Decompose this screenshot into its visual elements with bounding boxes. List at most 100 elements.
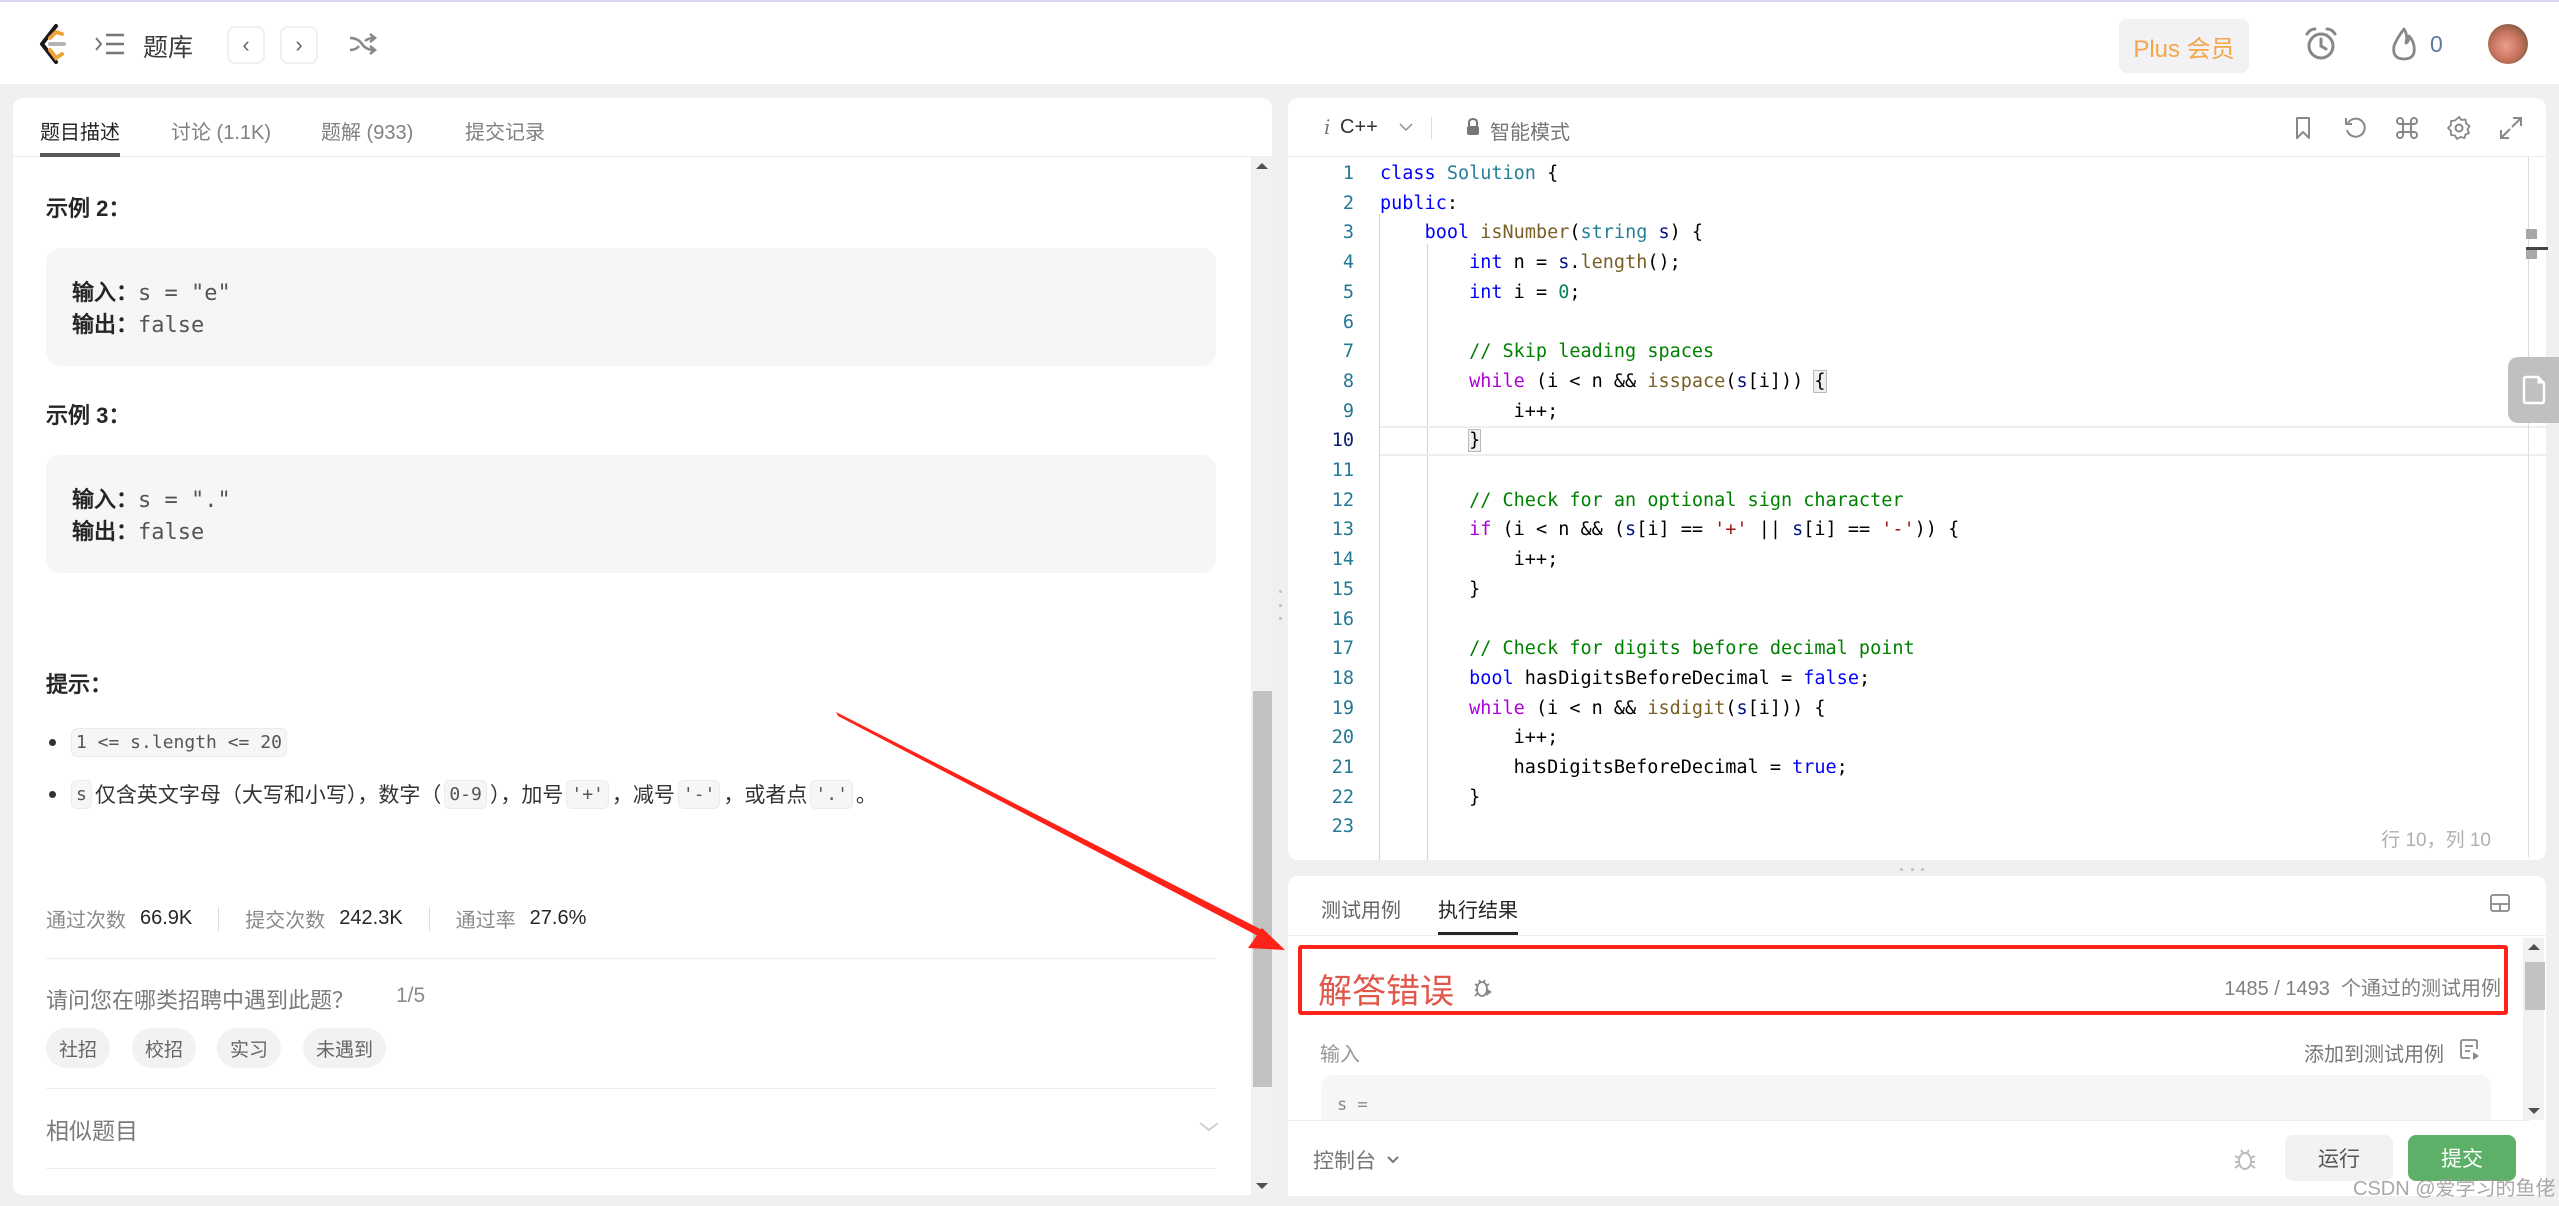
line-code: if (i < n && (s[i] == '+' || s[i] == '-'… [1469, 519, 1960, 541]
scroll-down-arrow-icon[interactable] [1256, 1183, 1268, 1189]
code-line[interactable]: 1 class Solution { [1288, 159, 2508, 189]
settings-gear-icon[interactable] [2446, 115, 2472, 141]
chevron-down-icon[interactable] [1198, 1120, 1220, 1134]
tab-run-result[interactable]: 执行结果 [1438, 894, 1518, 923]
code-line[interactable]: 14 i++; [1288, 545, 2508, 575]
horizontal-resize-handle[interactable] [1900, 868, 1924, 872]
chevron-down-icon[interactable] [1398, 122, 1414, 132]
add-testcase-icon[interactable] [2460, 1038, 2480, 1060]
code-line[interactable]: 23 [1288, 812, 2508, 842]
command-shortcut-icon[interactable] [2394, 115, 2420, 141]
fullscreen-expand-icon[interactable] [2498, 115, 2524, 141]
tab-testcases[interactable]: 测试用例 [1321, 894, 1401, 923]
lock-icon [1467, 118, 1479, 135]
next-problem-button[interactable]: › [280, 26, 318, 64]
code-line[interactable]: 12 // Check for an optional sign charact… [1288, 486, 2508, 516]
code-line[interactable]: 17 // Check for digits before decimal po… [1288, 634, 2508, 664]
code-editor[interactable]: 1 class Solution {2 public: 3 bool isNumber… [1288, 157, 2546, 860]
console-toggle[interactable]: 控制台 [1313, 1145, 1400, 1175]
description-scrollbar[interactable] [1251, 157, 1272, 1195]
code-line[interactable]: 7 // Skip leading spaces [1288, 337, 2508, 367]
plus-membership-button[interactable]: Plus 会员 [2119, 19, 2249, 73]
survey-chip-never[interactable]: 未遇到 [303, 1028, 387, 1068]
debug-bug-icon[interactable] [2233, 1147, 2257, 1171]
tab-discussion[interactable]: 讨论 (1.1K) [171, 116, 271, 145]
line-number: 2 [1342, 192, 1354, 214]
scrollbar-thumb[interactable] [1253, 691, 1272, 1087]
code-line[interactable]: 10 } [1288, 426, 2508, 456]
reset-icon[interactable] [2342, 115, 2368, 141]
line-code: while (i < n && isspace(s[i])) { [1469, 369, 1827, 393]
top-navbar: 题库 ‹ › Plus 会员 0 [0, 2, 2559, 84]
example-2-box: 输入：s = "e" 输出：false [46, 248, 1216, 366]
overview-ruler-mark [2526, 249, 2537, 259]
code-line[interactable]: 16 [1288, 605, 2508, 635]
inline-code: 0-9 [444, 779, 487, 809]
flame-streak-icon[interactable] [2389, 26, 2419, 62]
console-label: 控制台 [1313, 1150, 1376, 1173]
language-info-icon: i [1324, 115, 1331, 139]
prev-problem-button[interactable]: ‹ [227, 26, 265, 64]
tab-description[interactable]: 题目描述 [40, 116, 120, 145]
code-line[interactable]: 6 [1288, 308, 2508, 338]
language-select[interactable]: C++ [1340, 116, 1378, 139]
smart-mode-toggle[interactable]: 智能模式 [1490, 116, 1570, 145]
chevron-left-icon: ‹ [242, 32, 250, 57]
line-number: 5 [1342, 281, 1354, 303]
inline-code: s [71, 779, 92, 809]
bookmark-icon[interactable] [2290, 115, 2316, 141]
user-avatar[interactable] [2488, 24, 2528, 64]
example-3-title: 示例 3： [46, 403, 131, 428]
add-to-testcase-button[interactable]: 添加到测试用例 [2304, 1038, 2444, 1067]
scroll-up-arrow-icon[interactable] [1256, 163, 1268, 169]
layout-toggle-icon[interactable] [2490, 894, 2510, 912]
line-code: bool isNumber(string s) { [1424, 222, 1704, 244]
overview-ruler-border [2528, 157, 2529, 857]
tab-submissions[interactable]: 提交记录 [465, 116, 545, 145]
example-output-label: 输出： [72, 312, 139, 337]
survey-chip-campus[interactable]: 校招 [132, 1028, 197, 1068]
section-divider [46, 1168, 1216, 1169]
chevron-down-icon [1387, 1156, 1399, 1164]
code-editor-panel: i C++ 智能模式 1 class Solution {2 public: 3 bo… [1288, 98, 2546, 860]
alarm-clock-icon[interactable] [2303, 26, 2339, 62]
problem-bank-link[interactable]: 题库 [143, 28, 193, 64]
shuffle-icon[interactable] [348, 30, 378, 58]
code-line[interactable]: 20 i++; [1288, 723, 2508, 753]
code-line[interactable]: 2 public: [1288, 189, 2508, 219]
code-line[interactable]: 13 if (i < n && (s[i] == '+' || s[i] == … [1288, 515, 2508, 545]
description-content: 示例 2： 输入：s = "e" 输出：false 示例 3： 输入：s = "… [13, 157, 1251, 1195]
streak-count: 0 [2430, 31, 2443, 57]
code-line[interactable]: 9 i++; [1288, 397, 2508, 427]
code-line[interactable]: 5 int i = 0; [1288, 278, 2508, 308]
result-scrollbar[interactable] [2523, 938, 2545, 1120]
line-code: bool hasDigitsBeforeDecimal = false; [1469, 667, 1871, 689]
similar-problems-toggle[interactable]: 相似题目 [46, 1112, 138, 1146]
survey-chip-intern[interactable]: 实习 [217, 1028, 282, 1068]
code-line[interactable]: 3 bool isNumber(string s) { [1288, 218, 2508, 248]
leetcode-logo-icon[interactable] [36, 24, 72, 64]
scrollbar-thumb[interactable] [2525, 962, 2545, 1010]
tab-solutions[interactable]: 题解 (933) [321, 116, 413, 145]
code-line[interactable]: 21 hasDigitsBeforeDecimal = true; [1288, 753, 2508, 783]
code-line[interactable]: 19 while (i < n && isdigit(s[i])) { [1288, 694, 2508, 724]
hint-text: ，或者点 [723, 784, 808, 807]
line-number: 3 [1342, 222, 1354, 244]
code-line[interactable]: 8 while (i < n && isspace(s[i])) { [1288, 367, 2508, 397]
side-notes-button[interactable] [2508, 357, 2559, 423]
line-code: // Skip leading spaces [1469, 341, 1715, 363]
scroll-down-arrow-icon[interactable] [2528, 1108, 2540, 1114]
example-output-value: false [138, 313, 205, 338]
line-code: int i = 0; [1469, 281, 1581, 303]
vertical-resize-handle[interactable] [1276, 590, 1284, 620]
survey-chip-social[interactable]: 社招 [46, 1028, 111, 1068]
code-line[interactable]: 18 bool hasDigitsBeforeDecimal = false; [1288, 664, 2508, 694]
code-line[interactable]: 15 } [1288, 575, 2508, 605]
code-line[interactable]: 22 } [1288, 783, 2508, 813]
problem-list-icon[interactable] [94, 32, 126, 56]
scroll-up-arrow-icon[interactable] [2528, 944, 2540, 950]
code-line[interactable]: 4 int n = s.length(); [1288, 248, 2508, 278]
submitted-label: 提交次数 [245, 910, 326, 932]
code-line[interactable]: 11 [1288, 456, 2508, 486]
acceptance-rate-value: 27.6% [529, 907, 587, 929]
